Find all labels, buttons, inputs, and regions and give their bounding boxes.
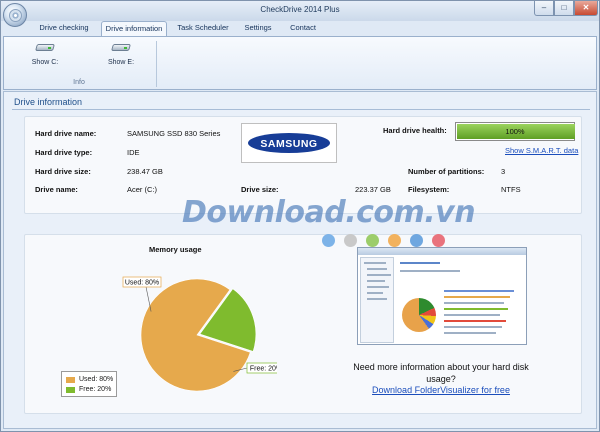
tab-drive-information[interactable]: Drive information [101, 21, 167, 37]
ribbon-group-label: Info [73, 79, 85, 86]
drive-name-label: Drive name: [35, 185, 78, 194]
watermark-dot [344, 234, 357, 247]
show-c-label: Show C: [31, 59, 59, 66]
watermark-dot [410, 234, 423, 247]
drive-name-value: Acer (C:) [127, 185, 157, 194]
partitions-label: Number of partitions: [408, 167, 485, 176]
watermark-dot [432, 234, 445, 247]
download-foldervisualizer-link[interactable]: Download FolderVisualizer for free [343, 385, 539, 395]
close-button[interactable]: ✕ [574, 1, 598, 16]
hard-drive-type-value: IDE [127, 148, 140, 157]
watermark-dot [366, 234, 379, 247]
ribbon-group-separator [156, 41, 157, 87]
section-divider [12, 109, 590, 110]
logo-text: SAMSUNG [260, 138, 318, 150]
memory-usage-panel: Memory usage Used: 80% Free: 20% Used: 80… [24, 234, 582, 414]
legend-text-used: Used: 80% [79, 376, 114, 383]
watermark-dot [388, 234, 401, 247]
promo-text: Need more information about your hard di… [353, 362, 529, 384]
hard-drive-name-label: Hard drive name: [35, 129, 97, 138]
pie-data-label-used: Used: 80% [125, 280, 159, 287]
hard-drive-icon [35, 41, 55, 53]
title-bar: CheckDrive 2014 Plus – □ ✕ [1, 1, 599, 21]
content-area: Drive information Hard drive name: SAMSU… [3, 91, 597, 429]
tab-task-scheduler[interactable]: Task Scheduler [173, 21, 233, 36]
show-e-label: Show E: [107, 59, 135, 66]
samsung-logo: SAMSUNG [241, 123, 337, 163]
drive-size-label: Drive size: [241, 185, 279, 194]
app-menu-orb-icon[interactable] [3, 3, 27, 27]
ribbon-tabs: Drive checking Drive information Task Sc… [1, 21, 599, 37]
drive-size-value: 223.37 GB [355, 185, 391, 194]
disc-icon [9, 9, 22, 22]
memory-usage-pie-chart: Used: 80% Free: 20% [122, 276, 277, 392]
minimize-button[interactable]: – [534, 1, 554, 16]
filesystem-value: NTFS [501, 185, 521, 194]
health-percent: 100% [505, 127, 525, 136]
foldervisualizer-screenshot [357, 247, 527, 345]
hard-drive-name-value: SAMSUNG SSD 830 Series [127, 129, 221, 138]
legend-text-free: Free: 20% [79, 386, 112, 393]
tab-settings[interactable]: Settings [239, 21, 277, 36]
health-progress-bar: 100% [455, 122, 575, 141]
chart-legend: Used: 80% Free: 20% [61, 371, 117, 397]
chart-title: Memory usage [149, 245, 202, 254]
section-title: Drive information [14, 97, 83, 107]
legend-swatch-free [66, 387, 75, 393]
watermark-dot [322, 234, 335, 247]
pie-data-label-free: Free: 20% [250, 366, 277, 373]
ribbon-panel: Show C: Show E: Info [3, 36, 597, 90]
tab-drive-checking[interactable]: Drive checking [33, 21, 95, 36]
tab-contact[interactable]: Contact [283, 21, 323, 36]
hard-drive-type-label: Hard drive type: [35, 148, 93, 157]
show-e-button[interactable]: Show E: [98, 39, 144, 75]
smart-data-link[interactable]: Show S.M.A.R.T. data [505, 146, 578, 155]
hard-drive-health-label: Hard drive health: [383, 126, 447, 135]
window-title: CheckDrive 2014 Plus [260, 5, 340, 14]
watermark-text: Download.com.vn [182, 195, 476, 230]
app-window: CheckDrive 2014 Plus – □ ✕ Drive checkin… [0, 0, 600, 432]
maximize-button[interactable]: □ [554, 1, 574, 16]
hard-drive-size-value: 238.47 GB [127, 167, 163, 176]
hard-drive-size-label: Hard drive size: [35, 167, 91, 176]
show-c-button[interactable]: Show C: [22, 39, 68, 75]
legend-swatch-used [66, 377, 75, 383]
filesystem-label: Filesystem: [408, 185, 450, 194]
partitions-value: 3 [501, 167, 506, 176]
hard-drive-icon [111, 41, 131, 53]
